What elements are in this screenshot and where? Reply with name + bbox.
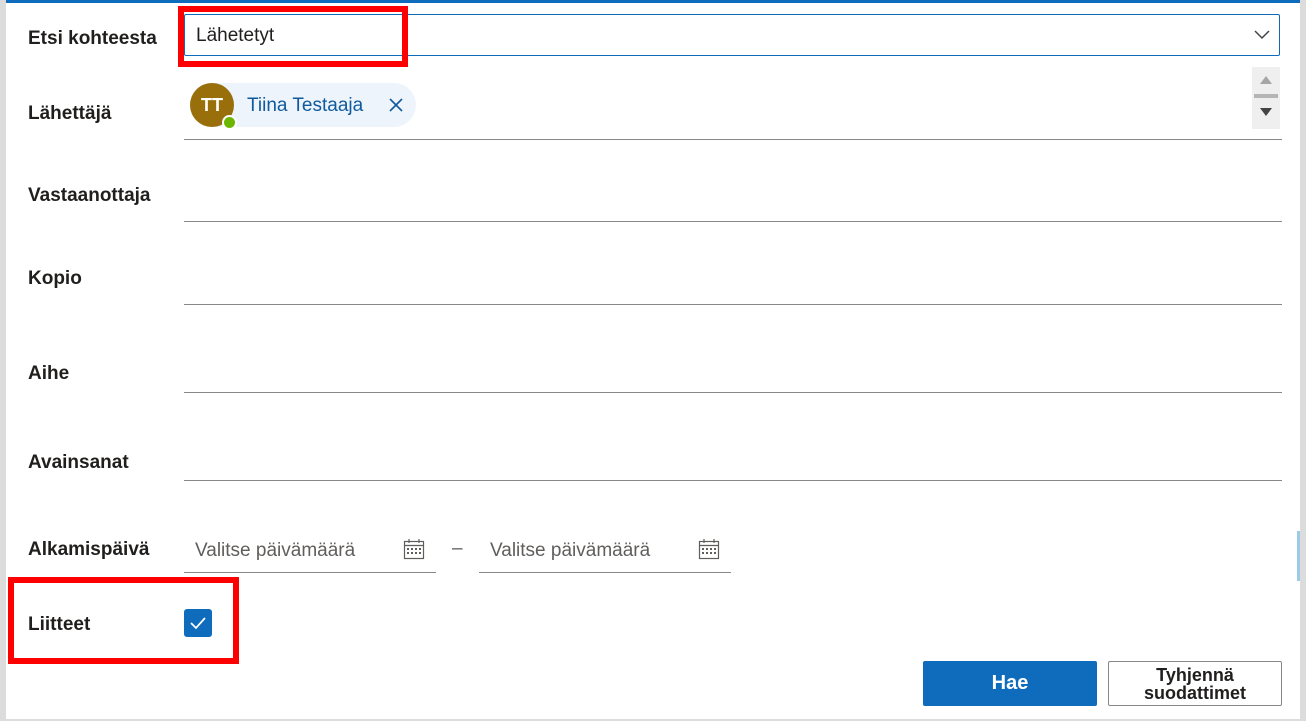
chevron-down-icon — [1254, 30, 1270, 40]
from-label: Lähettäjä — [28, 103, 112, 124]
scroll-thumb[interactable] — [1254, 94, 1278, 98]
clear-filters-button[interactable]: Tyhjennä suodattimet — [1108, 661, 1282, 706]
scrollbar[interactable] — [1252, 67, 1280, 129]
clear-filters-label-line2: suodattimet — [1143, 682, 1246, 703]
subject-label: Aihe — [28, 363, 70, 384]
date-from-placeholder: Valitse päivämäärä — [195, 540, 356, 561]
start-date-label: Alkamispäivä — [28, 539, 150, 560]
advanced-search-panel: Etsi kohteesta Lähetetyt Lähettäjä TT Ti… — [6, 0, 1300, 719]
to-label: Vastaanottaja — [28, 185, 151, 206]
panel-edge-marker — [1297, 531, 1300, 581]
search-in-label: Etsi kohteesta — [28, 28, 157, 49]
keywords-label: Avainsanat — [28, 452, 129, 473]
person-name: Tiina Testaaja — [247, 95, 364, 116]
calendar-icon[interactable] — [697, 537, 721, 561]
person-chip[interactable]: TT Tiina Testaaja — [190, 83, 416, 130]
highlight-box-search-in — [178, 6, 408, 67]
start-date-from-field[interactable]: Valitse päivämäärä — [184, 533, 436, 573]
date-range-separator: – — [452, 538, 463, 559]
search-button[interactable]: Hae — [923, 661, 1097, 706]
to-field[interactable] — [184, 221, 1282, 222]
close-icon[interactable] — [386, 95, 406, 115]
cc-field[interactable] — [184, 304, 1282, 305]
from-field[interactable] — [184, 139, 1282, 140]
start-date-to-field[interactable]: Valitse päivämäärä — [479, 533, 731, 573]
subject-field[interactable] — [184, 392, 1282, 393]
calendar-icon[interactable] — [402, 537, 426, 561]
scroll-up-arrow-icon[interactable] — [1260, 76, 1272, 84]
date-to-placeholder: Valitse päivämäärä — [490, 540, 651, 561]
keywords-field[interactable] — [184, 480, 1282, 481]
presence-indicator — [222, 115, 237, 130]
cc-label: Kopio — [28, 268, 82, 289]
scroll-down-arrow-icon[interactable] — [1260, 108, 1272, 116]
highlight-box-attachments — [8, 577, 239, 664]
clear-filters-label-line1: Tyhjennä — [1156, 664, 1234, 685]
